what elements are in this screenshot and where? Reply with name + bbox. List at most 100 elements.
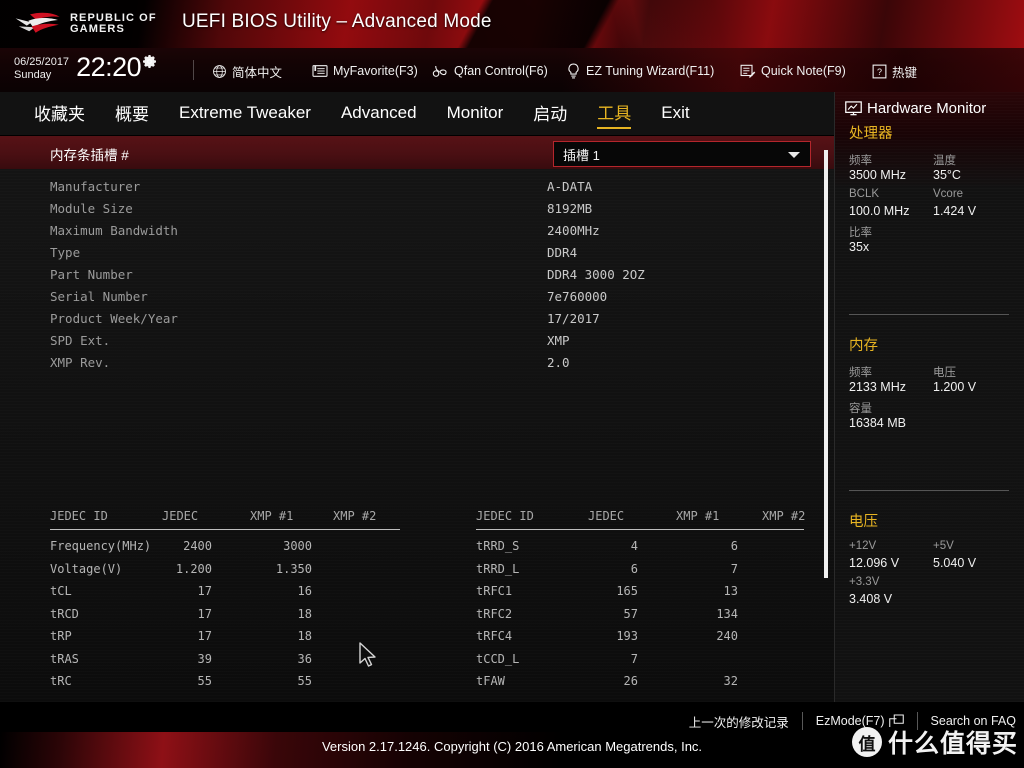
hardware-monitor-row: +3.3V 3.408 V — [849, 576, 1019, 612]
dimm-slot-select[interactable]: 插槽 1 — [553, 141, 811, 167]
spd-info-row: XMP Rev. 2.0 — [0, 353, 834, 375]
timing-col-header: XMP #1 — [676, 509, 720, 523]
timing-col-header: JEDEC — [162, 509, 199, 523]
nav-tab-3[interactable]: Advanced — [341, 103, 417, 126]
toolbar-item-label: EZ Tuning Wizard(F11) — [586, 64, 715, 78]
app-footer: 上一次的修改记录 EzMode(F7) Search on FAQ Versio… — [0, 702, 1024, 768]
nav-tab-5[interactable]: 启动 — [533, 100, 567, 128]
spd-info-value: 17/2017 — [547, 311, 600, 326]
timing-cell-name: tRCD — [50, 606, 79, 621]
nav-tab-list: 收藏夹 概要 Extreme Tweaker Advanced Monitor 启动 工具 E… — [34, 92, 720, 136]
spd-info-key: Manufacturer — [50, 179, 141, 194]
hardware-monitor-section: 内存 频率 2133 MHz 电压 1.200 V 容量 16384 MB — [849, 334, 1019, 436]
hw-value: 3.408 V — [849, 592, 893, 606]
timing-cell-xmp1: 6 — [730, 539, 738, 553]
hw-label: 温度 — [933, 155, 956, 167]
hw-value: 35x — [849, 240, 870, 254]
spd-info-key: Maximum Bandwidth — [50, 223, 178, 238]
spd-info-key: Type — [50, 245, 81, 260]
timing-cell-xmp1: 18 — [297, 629, 312, 643]
spd-info-value: XMP — [547, 333, 570, 348]
timing-table-row: tRRD_S 4 6 — [476, 537, 806, 560]
timing-cell-name: tRFC4 — [476, 629, 513, 643]
toolbar-item-label: 简体中文 — [232, 65, 283, 80]
timing-cell-name: tRFC2 — [476, 606, 513, 621]
timing-cell-jedec: 4 — [630, 539, 638, 553]
timing-table-row: tRFC4 193 240 — [476, 627, 806, 650]
table-header-rule — [476, 529, 804, 530]
timing-table-left-header: JEDEC ID JEDEC XMP #1 XMP #2 — [50, 509, 420, 529]
hw-label: 电压 — [933, 367, 956, 379]
timing-cell-xmp1: 36 — [297, 651, 312, 666]
timing-table-right: JEDEC ID JEDEC XMP #1 XMP #2 tRRD_S 4 6 tRRD_L… — [476, 509, 806, 688]
toolbar-item-myfavorite[interactable]: MyFavorite(F3) — [312, 61, 418, 81]
timing-cell-jedec: 17 — [197, 584, 212, 598]
main-scrollbar-thumb[interactable] — [824, 150, 828, 578]
timing-table-row: tFAW 26 32 — [476, 672, 806, 695]
timing-cell-jedec: 55 — [197, 674, 212, 688]
nav-tab-6[interactable]: 工具 — [597, 99, 632, 129]
hardware-monitor-section-heading: 电压 — [849, 514, 878, 530]
spd-info-row: Module Size 8192MB — [0, 199, 834, 221]
spd-info-row: Type DDR4 — [0, 243, 834, 265]
rog-logo: REPUBLIC OF GAMERS — [14, 8, 189, 40]
gear-icon[interactable] — [142, 54, 157, 69]
hw-value: 16384 MB — [849, 416, 906, 430]
timing-cell-name: tRC — [50, 674, 72, 688]
date-block: 06/25/2017 Sunday — [14, 56, 69, 82]
timing-cell-xmp1: 55 — [297, 674, 312, 688]
hw-label: 频率 — [849, 367, 872, 379]
nav-tab-0[interactable]: 收藏夹 — [34, 100, 85, 128]
spd-info-value: DDR4 3000 2OZ — [547, 267, 645, 282]
timing-cell-xmp1: 1.350 — [275, 561, 312, 576]
nav-tab-4[interactable]: Monitor — [447, 103, 504, 126]
current-time: 22:20 — [76, 52, 142, 82]
uefi-bios-screen: REPUBLIC OF GAMERS UEFI BIOS Utility – A… — [0, 0, 1024, 768]
timing-table-left: JEDEC ID JEDEC XMP #1 XMP #2 Frequency(MHz)… — [50, 509, 420, 688]
hardware-monitor-divider — [849, 314, 1009, 315]
hw-value: 3500 MHz — [849, 168, 906, 182]
spd-info-value: 2.0 — [547, 355, 570, 370]
timing-cell-jedec: 26 — [623, 674, 638, 688]
mouse-cursor-icon — [359, 642, 376, 667]
timing-cell-xmp1: 134 — [716, 606, 738, 621]
spd-info-key: Part Number — [50, 267, 133, 282]
timing-table-left-body: Frequency(MHz) 2400 3000 Voltage(V) 1.200 1.3… — [50, 537, 420, 695]
hw-value: 12.096 V — [849, 556, 900, 570]
spd-info-row: Maximum Bandwidth 2400MHz — [0, 221, 834, 243]
footer-link-label: 上一次的修改记录 — [688, 715, 789, 730]
timing-col-header: JEDEC ID — [50, 509, 108, 523]
main-scrollbar[interactable] — [824, 150, 828, 582]
toolbar-item-hotkeys[interactable]: ? 热键 — [872, 61, 917, 81]
timing-table-row: tRC 55 55 — [50, 672, 420, 695]
spd-info-key: SPD Ext. — [50, 333, 111, 348]
spd-info-key: Serial Number — [50, 289, 148, 304]
fan-icon — [432, 65, 447, 77]
timing-table-row: tRFC2 57 134 — [476, 605, 806, 628]
hardware-monitor-title-label: Hardware Monitor — [867, 100, 987, 117]
timing-table-row: tRRD_L 6 7 — [476, 560, 806, 583]
timing-cell-jedec: 57 — [623, 606, 638, 621]
spd-info-value: 2400MHz — [547, 223, 600, 238]
timing-cell-name: Voltage(V) — [50, 561, 123, 576]
toolbar-item-quick-note[interactable]: Quick Note(F9) — [740, 61, 846, 81]
nav-tab-7[interactable]: Exit — [661, 103, 689, 126]
footer-link-last-modified[interactable]: 上一次的修改记录 — [689, 712, 789, 731]
toolbar-item-ez-tuning-wizard[interactable]: EZ Tuning Wizard(F11) — [566, 61, 714, 81]
spd-info-key: XMP Rev. — [50, 355, 111, 370]
timing-cell-jedec: 17 — [197, 606, 212, 621]
globe-icon — [213, 64, 226, 78]
hardware-monitor-row: 频率 3500 MHz 温度 35°C — [849, 152, 1019, 188]
timing-cell-name: tCL — [50, 584, 72, 598]
hardware-monitor-row: BCLK 100.0 MHz Vcore 1.424 V — [849, 188, 1019, 224]
page-title: UEFI BIOS Utility – Advanced Mode — [182, 11, 492, 32]
timing-cell-jedec: 165 — [616, 584, 638, 598]
toolbar-item-language[interactable]: 简体中文 — [212, 61, 282, 81]
toolbar-item-qfan-control[interactable]: Qfan Control(F6) — [432, 61, 548, 81]
nav-tab-1[interactable]: 概要 — [115, 100, 149, 128]
timing-col-header: JEDEC — [588, 509, 625, 523]
app-header: REPUBLIC OF GAMERS UEFI BIOS Utility – A… — [0, 0, 1024, 48]
timing-cell-jedec: 1.200 — [175, 561, 212, 576]
nav-tab-2[interactable]: Extreme Tweaker — [179, 103, 311, 126]
toolbar-item-label: Quick Note(F9) — [761, 64, 846, 78]
